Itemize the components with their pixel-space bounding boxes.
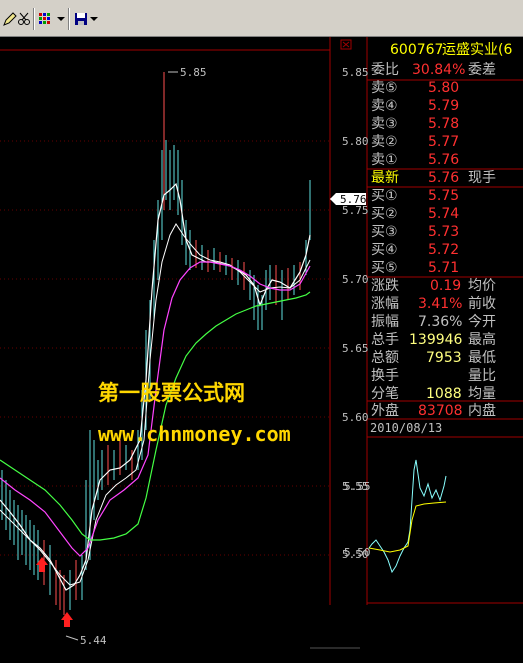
stat-value: 0.19 bbox=[430, 278, 461, 294]
stat-value: 83708 bbox=[418, 403, 463, 419]
sell-label: 卖⑤ bbox=[371, 80, 398, 96]
ma-line-xlong bbox=[0, 291, 311, 541]
price-label: 5.85 bbox=[342, 66, 369, 79]
stat-right-label: 均量 bbox=[468, 386, 496, 402]
stat-label: 总手 bbox=[371, 332, 399, 348]
stat-value: 139946 bbox=[409, 332, 463, 348]
stat-right-label: 最高 bbox=[468, 331, 496, 348]
toolbar bbox=[0, 0, 523, 37]
high-label: 5.85 bbox=[180, 66, 207, 79]
sell-price: 5.76 bbox=[428, 152, 459, 168]
stat-value: 7.36% bbox=[418, 314, 462, 330]
price-label: 5.80 bbox=[342, 135, 369, 148]
stat-label: 外盘 bbox=[371, 402, 399, 419]
watermark-title: 第一股票公式网 bbox=[98, 381, 245, 405]
toolbar-separator bbox=[33, 8, 35, 30]
low-label: 5.44 bbox=[80, 634, 107, 647]
mini-price-label: 5.55 bbox=[344, 480, 371, 493]
weibi-label: 委比 bbox=[371, 62, 399, 78]
buy-label: 买① bbox=[371, 188, 398, 204]
scissors-icon[interactable] bbox=[15, 10, 33, 28]
weicha-label: 委差 bbox=[468, 62, 496, 78]
xianshou-label: 现手 bbox=[468, 170, 496, 186]
price-label: 5.60 bbox=[342, 411, 369, 424]
sell-price: 5.77 bbox=[428, 134, 459, 150]
latest-price: 5.76 bbox=[428, 170, 459, 186]
sell-price: 5.80 bbox=[428, 80, 459, 96]
current-price-marker: 5.76 bbox=[330, 193, 367, 206]
buy-price: 5.75 bbox=[428, 188, 459, 204]
sell-label: 卖③ bbox=[371, 116, 398, 132]
buy-price: 5.74 bbox=[428, 206, 459, 222]
stat-label: 振幅 bbox=[371, 314, 399, 330]
intraday-mini-chart: 5.55 5.50 bbox=[344, 459, 447, 574]
stock-code: 600767 bbox=[390, 42, 443, 58]
buy-price: 5.72 bbox=[428, 242, 459, 258]
up-arrow-icon bbox=[61, 612, 73, 627]
stat-label: 涨幅 bbox=[371, 296, 399, 312]
stock-name: 运盛实业(6 bbox=[442, 42, 512, 58]
mini-price-label: 5.50 bbox=[344, 546, 371, 559]
stat-right-label: 今开 bbox=[468, 314, 496, 330]
toolbar-separator bbox=[68, 8, 70, 30]
latest-label: 最新 bbox=[371, 170, 399, 186]
save-icon[interactable] bbox=[72, 10, 90, 28]
mini-price-line bbox=[368, 459, 447, 574]
sell-label: 卖① bbox=[371, 152, 398, 168]
candlesticks bbox=[1, 72, 311, 615]
stock-chart[interactable]: 5.85 5.80 5.75 5.70 5.65 5.60 5.55 5.50 … bbox=[0, 37, 523, 663]
quote-date: 2010/08/13 bbox=[370, 421, 442, 435]
buy-price: 5.71 bbox=[428, 260, 459, 276]
stat-right-label: 量比 bbox=[468, 368, 496, 384]
sell-price: 5.79 bbox=[428, 98, 459, 114]
mini-avg-line bbox=[368, 501, 447, 553]
stat-right-label: 内盘 bbox=[468, 402, 496, 419]
buy-price: 5.73 bbox=[428, 224, 459, 240]
buy-label: 买⑤ bbox=[371, 260, 398, 276]
stat-label: 分笔 bbox=[371, 386, 399, 402]
quote-panel: 600767 运盛实业(6 委比 30.84% 委差 卖⑤ 5.80 卖④ 5.… bbox=[367, 42, 523, 435]
stat-right-label: 均价 bbox=[468, 278, 496, 294]
price-label: 5.65 bbox=[342, 342, 369, 355]
stat-right-label: 前收 bbox=[468, 295, 496, 312]
stat-label: 涨跌 bbox=[371, 278, 399, 294]
buy-label: 买④ bbox=[371, 242, 398, 258]
buy-label: 买③ bbox=[371, 224, 398, 240]
stat-value: 3.41% bbox=[418, 296, 462, 312]
grid-menu-icon[interactable] bbox=[37, 10, 55, 28]
chevron-down-icon[interactable] bbox=[56, 10, 66, 28]
weibi-value: 30.84% bbox=[412, 62, 465, 78]
stat-label: 换手 bbox=[371, 367, 399, 384]
price-label: 5.70 bbox=[342, 273, 369, 286]
current-price-label: 5.76 bbox=[340, 193, 367, 206]
stat-value: 1088 bbox=[426, 386, 462, 402]
close-icon[interactable] bbox=[340, 39, 352, 50]
stat-right-label: 最低 bbox=[468, 350, 496, 366]
chevron-down-icon[interactable] bbox=[89, 10, 99, 28]
sell-label: 卖② bbox=[371, 134, 398, 150]
sell-price: 5.78 bbox=[428, 116, 459, 132]
buy-label: 买② bbox=[371, 206, 398, 222]
stat-label: 总额 bbox=[371, 350, 399, 366]
sell-label: 卖④ bbox=[371, 98, 398, 114]
stat-value: 7953 bbox=[426, 350, 462, 366]
low-annotation: 5.44 bbox=[65, 634, 107, 647]
high-annotation: 5.85 bbox=[168, 66, 207, 79]
watermark-url: www.chnmoney.com bbox=[98, 422, 291, 446]
